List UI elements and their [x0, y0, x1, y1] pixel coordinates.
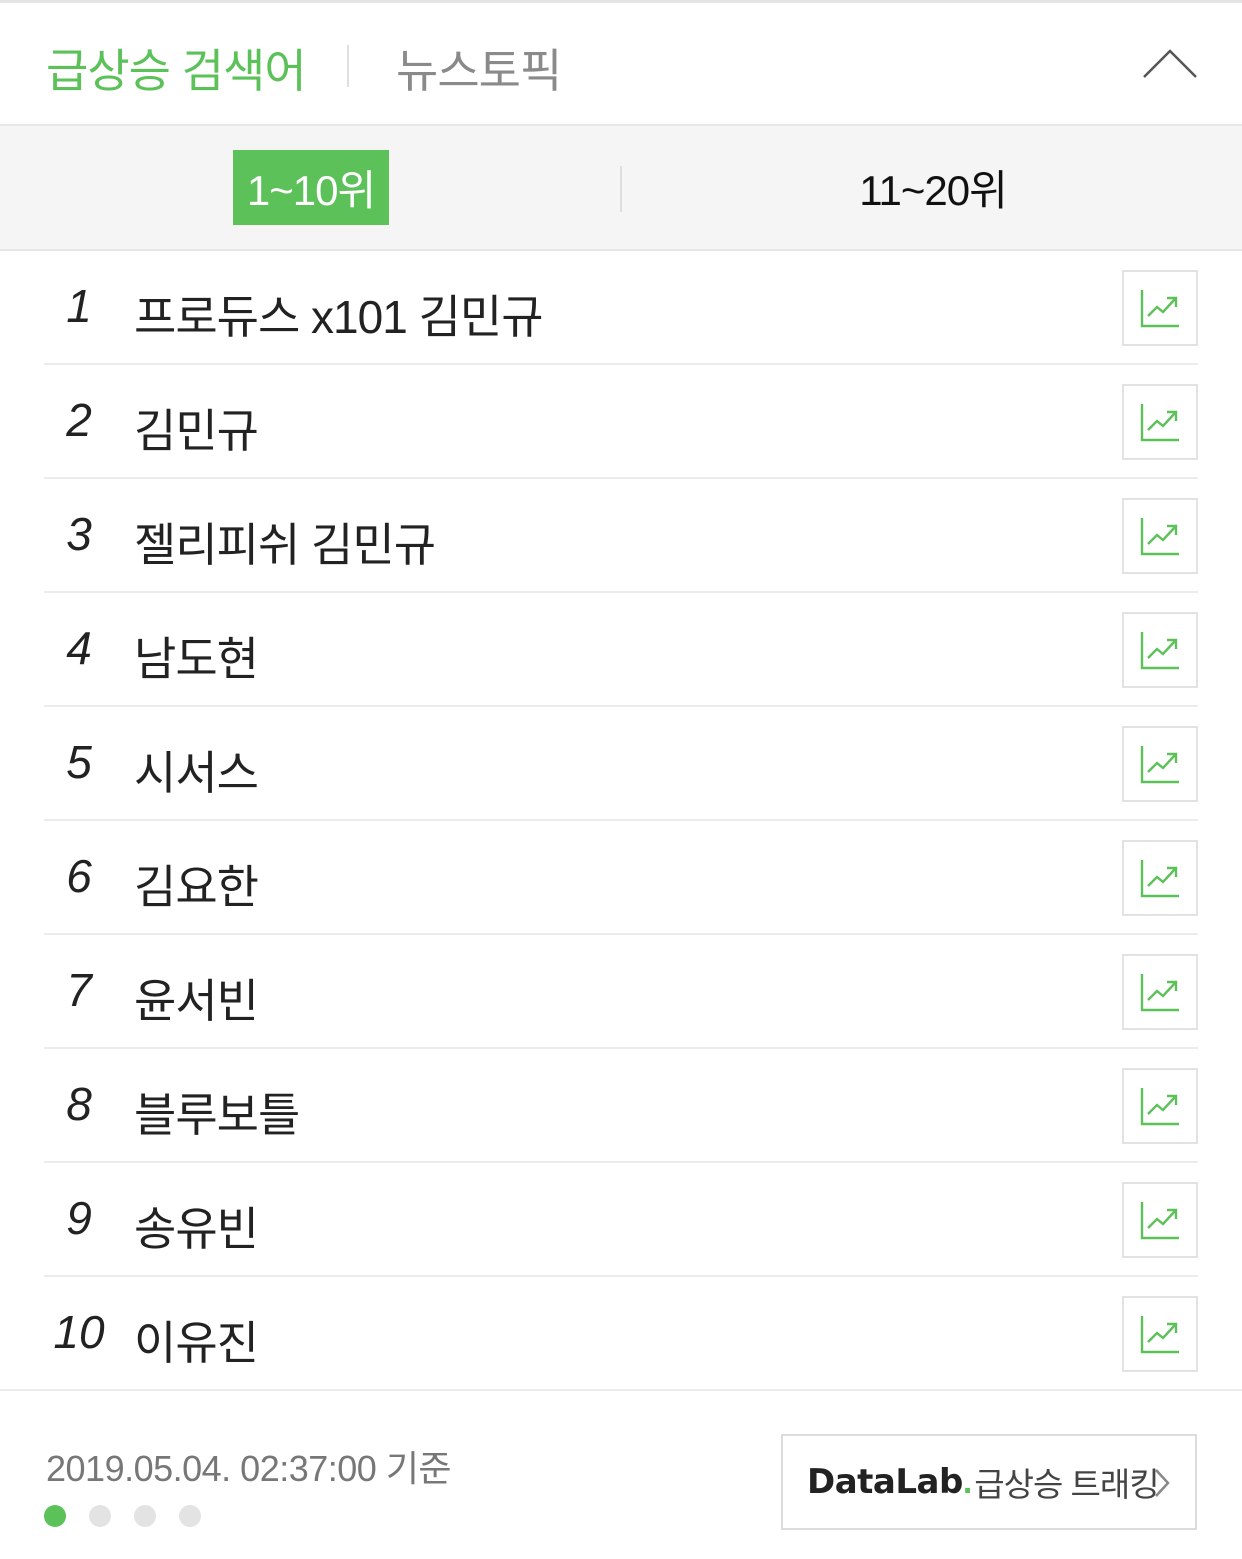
- trend-chart-icon: [1140, 1088, 1179, 1126]
- page-dot[interactable]: [134, 1505, 156, 1527]
- trend-chart-icon: [1140, 632, 1179, 670]
- keyword-row[interactable]: 10 이유진: [44, 1277, 1198, 1391]
- trend-chart-icon: [1140, 404, 1179, 442]
- keyword-text[interactable]: 윤서빈: [134, 965, 259, 1031]
- rank-range-bar: 1~10위 11~20위: [0, 124, 1242, 251]
- keyword-text[interactable]: 이유진: [134, 1307, 259, 1373]
- keyword-row[interactable]: 5 시서스: [44, 707, 1198, 821]
- trend-chart-icon: [1140, 1316, 1179, 1354]
- trend-button[interactable]: [1122, 954, 1198, 1030]
- trend-button[interactable]: [1122, 726, 1198, 802]
- datalab-label: 급상승 트래킹: [974, 1466, 1159, 1503]
- trend-chart-icon: [1140, 518, 1179, 556]
- trend-chart-icon: [1140, 1202, 1179, 1240]
- keyword-text[interactable]: 남도현: [134, 623, 259, 689]
- range-tab-11-20[interactable]: 11~20위: [858, 150, 1008, 225]
- rank-number: 9: [66, 1192, 92, 1244]
- keyword-row[interactable]: 9 송유빈: [44, 1163, 1198, 1277]
- rank-number: 3: [66, 508, 92, 560]
- trend-chart-icon: [1140, 860, 1179, 898]
- keyword-text[interactable]: 송유빈: [134, 1193, 259, 1259]
- tab-trending-searches[interactable]: 급상승 검색어: [46, 35, 307, 101]
- range-tab-1-10[interactable]: 1~10위: [233, 150, 389, 225]
- rank-number: 10: [53, 1306, 105, 1358]
- keyword-row[interactable]: 2 김민규: [44, 365, 1198, 479]
- trend-button[interactable]: [1122, 384, 1198, 460]
- keyword-text[interactable]: 젤리피쉬 김민규: [134, 509, 436, 575]
- trend-button[interactable]: [1122, 1296, 1198, 1372]
- rank-number: 8: [66, 1078, 92, 1130]
- trend-button[interactable]: [1122, 1068, 1198, 1144]
- keyword-text[interactable]: 시서스: [134, 737, 259, 803]
- rank-number: 6: [66, 850, 92, 902]
- rank-number: 4: [66, 622, 92, 674]
- keyword-text[interactable]: 프로듀스 x101 김민규: [134, 281, 544, 347]
- datalab-logo-dot: .: [962, 1462, 973, 1501]
- chevron-up-icon: [1143, 49, 1197, 78]
- rank-number: 2: [66, 394, 92, 446]
- trend-chart-icon: [1140, 290, 1179, 328]
- keyword-row[interactable]: 1 프로듀스 x101 김민규: [44, 251, 1198, 365]
- trend-button[interactable]: [1122, 270, 1198, 346]
- datalab-logo: DataLab: [807, 1462, 963, 1502]
- trend-chart-icon: [1140, 746, 1179, 784]
- keyword-row[interactable]: 6 김요한: [44, 821, 1198, 935]
- list-bottom-divider: [0, 1389, 1242, 1391]
- collapse-button[interactable]: [1138, 39, 1202, 89]
- trend-chart-icon: [1140, 974, 1179, 1012]
- keyword-row[interactable]: 4 남도현: [44, 593, 1198, 707]
- chevron-right-icon: [1155, 1469, 1170, 1497]
- keyword-text[interactable]: 블루보틀: [134, 1079, 300, 1145]
- page-indicator: [44, 1505, 201, 1527]
- page-dot[interactable]: [179, 1505, 201, 1527]
- keyword-list: 1 프로듀스 x101 김민규 2 김민규 3 젤리피쉬 김민규 4 남도현 5…: [44, 251, 1198, 1391]
- keyword-row[interactable]: 7 윤서빈: [44, 935, 1198, 1049]
- tab-news-topics[interactable]: 뉴스토픽: [396, 35, 562, 101]
- trend-button[interactable]: [1122, 498, 1198, 574]
- page-dot[interactable]: [89, 1505, 111, 1527]
- range-divider: [620, 166, 622, 212]
- keyword-row[interactable]: 3 젤리피쉬 김민규: [44, 479, 1198, 593]
- rank-number: 5: [66, 736, 92, 788]
- trend-button[interactable]: [1122, 1182, 1198, 1258]
- datalab-tracking-button[interactable]: DataLab. 급상승 트래킹: [781, 1434, 1197, 1530]
- keyword-text[interactable]: 김요한: [134, 851, 259, 917]
- page-dot-active[interactable]: [44, 1505, 66, 1527]
- trend-button[interactable]: [1122, 612, 1198, 688]
- tab-divider: [347, 45, 349, 87]
- keyword-text[interactable]: 김민규: [134, 395, 259, 461]
- timestamp-text: 2019.05.04. 02:37:00 기준: [46, 1448, 452, 1489]
- trend-button[interactable]: [1122, 840, 1198, 916]
- rank-number: 1: [66, 280, 92, 332]
- keyword-row[interactable]: 8 블루보틀: [44, 1049, 1198, 1163]
- header: 급상승 검색어 뉴스토픽: [0, 3, 1242, 124]
- rank-number: 7: [66, 964, 92, 1016]
